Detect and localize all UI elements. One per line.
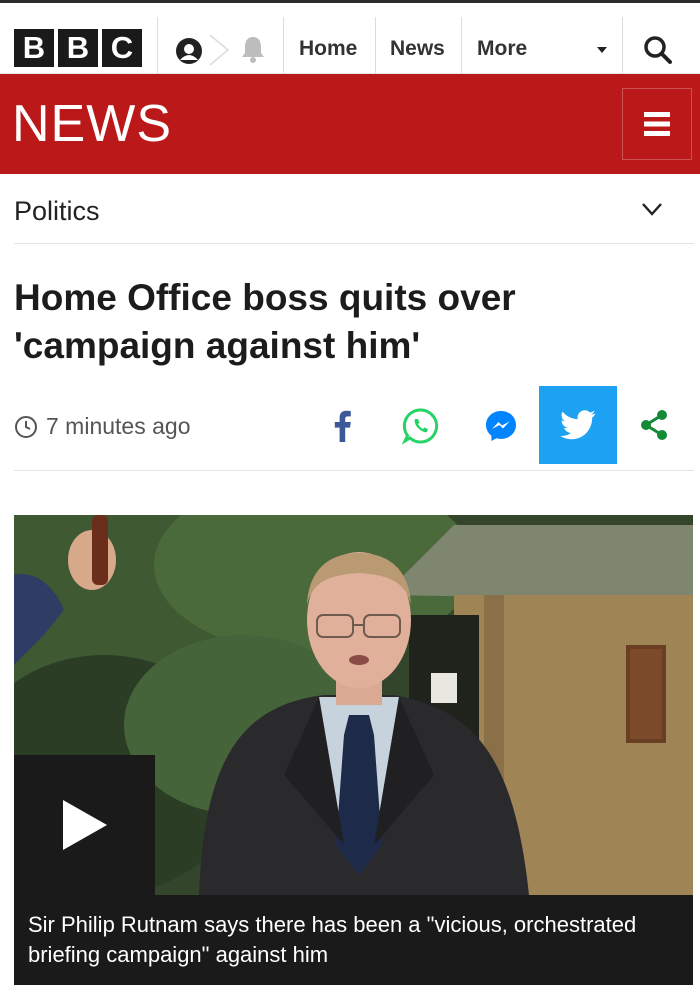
search-icon[interactable] <box>640 33 676 67</box>
nav-divider <box>622 17 623 75</box>
news-banner: NEWS <box>0 74 700 174</box>
play-icon <box>62 800 107 850</box>
article-video[interactable]: Sir Philip Rutnam says there has been a … <box>14 515 693 985</box>
chevron-down-icon[interactable] <box>640 198 664 220</box>
logo-letter-b1: B <box>14 29 54 67</box>
chevron-separator-icon <box>209 34 230 66</box>
nav-link-home[interactable]: Home <box>299 37 357 61</box>
nav-link-more[interactable]: More <box>477 37 527 61</box>
bbc-logo[interactable]: B B C <box>14 29 142 67</box>
nav-divider <box>157 17 158 75</box>
twitter-share-button[interactable] <box>539 386 617 464</box>
timestamp: 7 minutes ago <box>46 413 191 439</box>
hamburger-menu-button[interactable] <box>622 88 692 160</box>
video-caption: Sir Philip Rutnam says there has been a … <box>14 895 693 985</box>
whatsapp-icon[interactable] <box>402 407 440 445</box>
logo-letter-c: C <box>102 29 142 67</box>
news-title[interactable]: NEWS <box>12 96 172 152</box>
play-button[interactable] <box>14 755 155 895</box>
share-icon[interactable] <box>638 409 670 441</box>
clock-icon <box>15 416 37 438</box>
nav-divider <box>461 17 462 75</box>
section-label: Politics <box>14 196 100 226</box>
logo-letter-b2: B <box>58 29 98 67</box>
facebook-icon[interactable] <box>332 405 354 445</box>
section-navigation[interactable]: Politics <box>14 174 694 244</box>
more-caret-icon[interactable] <box>597 47 607 53</box>
top-navigation: B B C Home News More <box>0 3 700 75</box>
article-meta: 7 minutes ago <box>14 385 694 471</box>
hamburger-menu-icon <box>644 112 670 136</box>
article-headline: Home Office boss quits over 'campaign ag… <box>14 277 516 366</box>
messenger-icon[interactable] <box>484 409 518 443</box>
nav-divider <box>375 17 376 75</box>
account-icon[interactable] <box>172 35 206 65</box>
twitter-icon <box>560 410 596 440</box>
notification-bell-icon[interactable] <box>237 33 269 65</box>
nav-divider <box>283 17 284 75</box>
nav-link-news[interactable]: News <box>390 37 445 61</box>
